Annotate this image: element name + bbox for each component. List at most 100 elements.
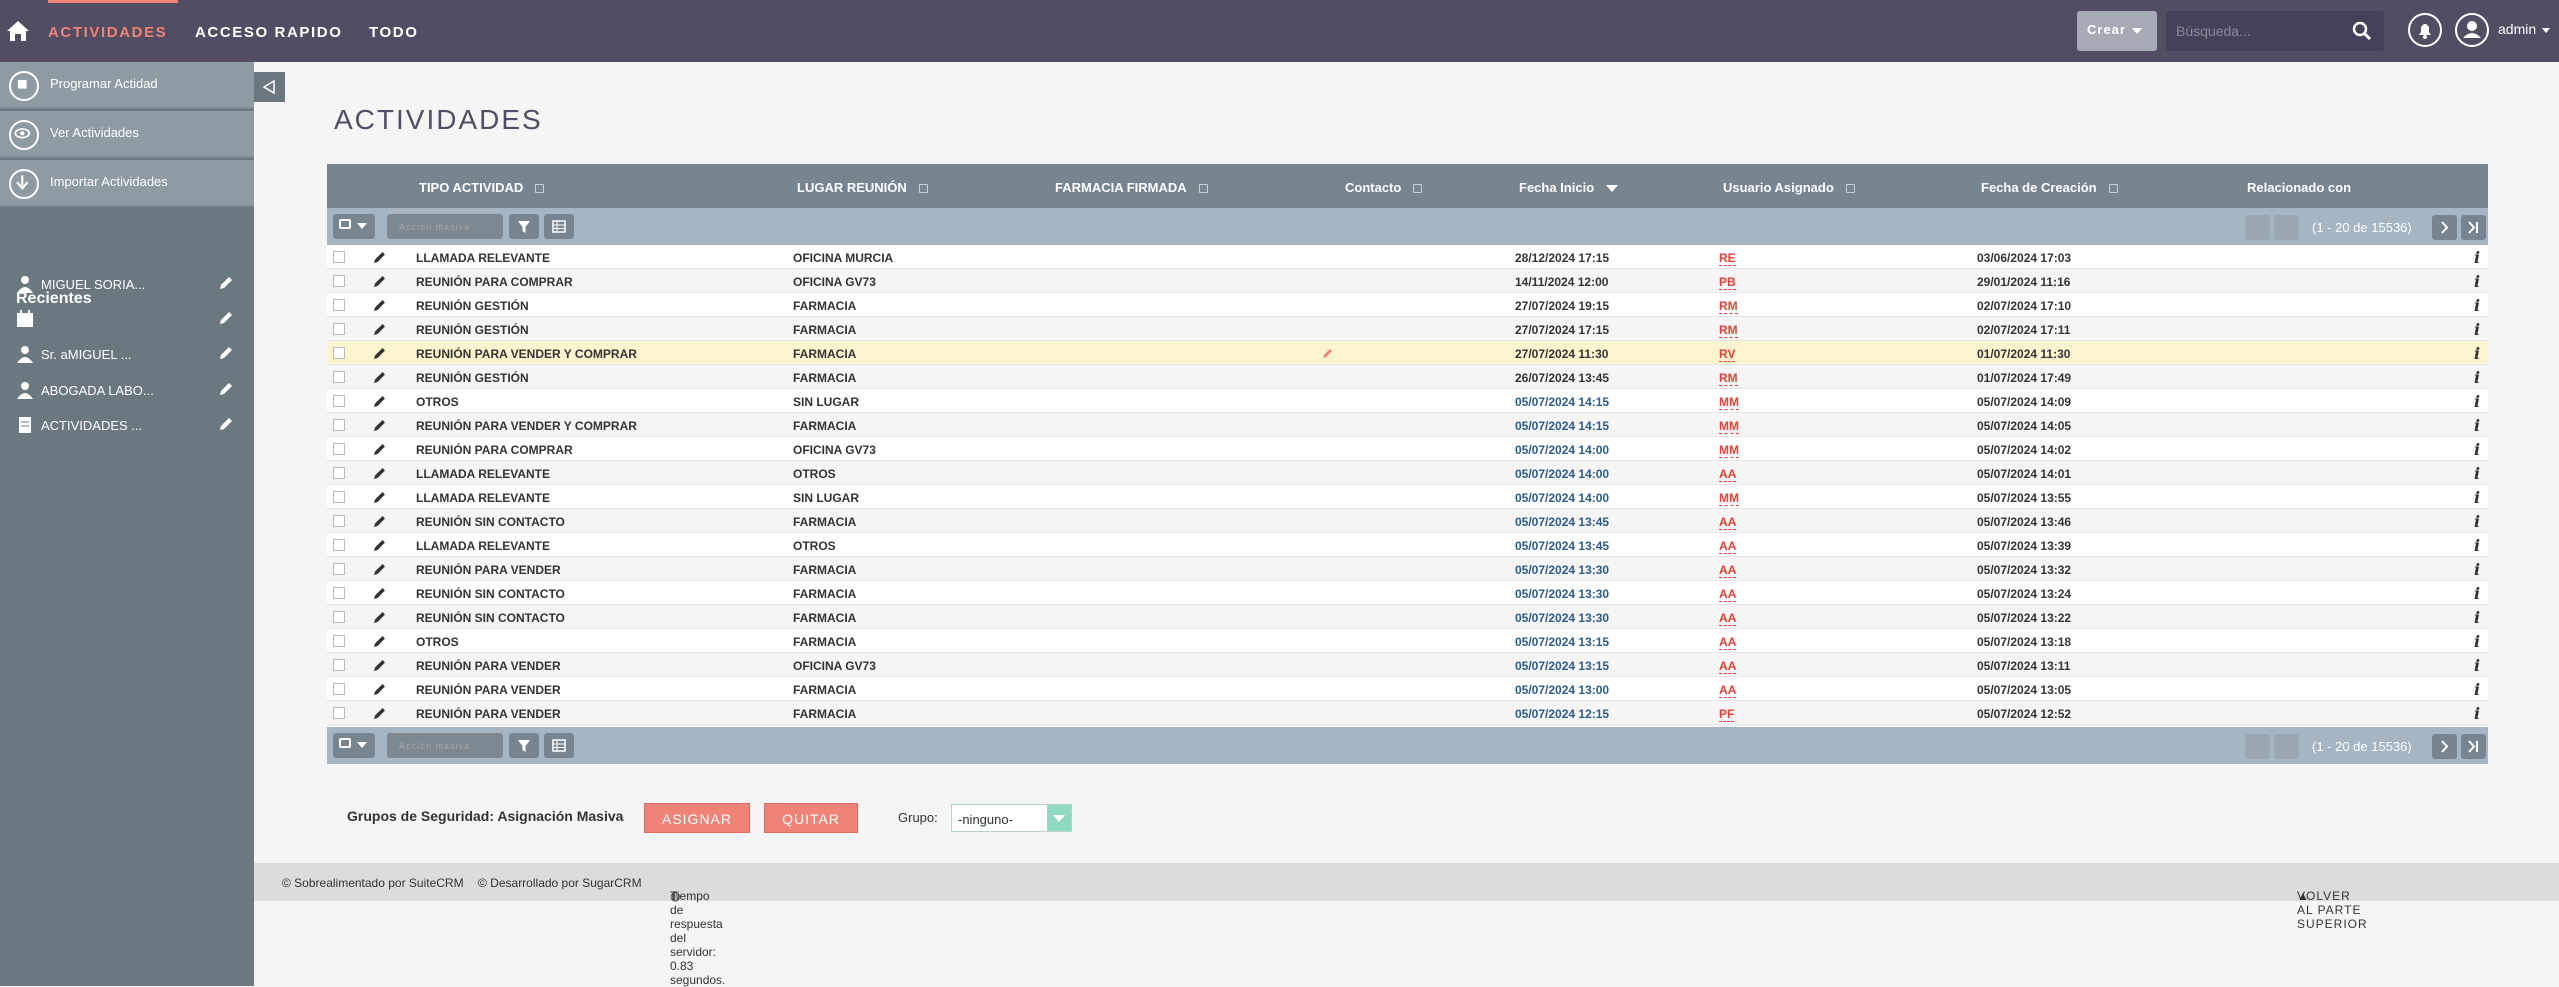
table-row[interactable]: REUNIÓN PARA COMPRAR OFICINA GV73 05/07/20… <box>327 437 2488 461</box>
tab-todo[interactable]: TODO <box>369 24 418 41</box>
table-row[interactable]: LLAMADA RELEVANTE OFICINA MURCIA 28/12/202… <box>327 245 2488 269</box>
cell-tipo[interactable]: LLAMADA RELEVANTE <box>416 467 550 481</box>
first-page-button[interactable] <box>2245 734 2270 759</box>
cell-usuario[interactable]: MM <box>1719 395 1739 410</box>
cell-usuario[interactable]: AA <box>1719 683 1737 698</box>
row-checkbox[interactable] <box>333 491 345 503</box>
info-icon[interactable]: i <box>2474 680 2480 699</box>
cell-usuario[interactable]: MM <box>1719 443 1739 458</box>
table-row[interactable]: REUNIÓN GESTIÓN FARMACIA 27/07/2024 19:15 R… <box>327 293 2488 317</box>
row-checkbox[interactable] <box>333 395 345 407</box>
cell-usuario[interactable]: PF <box>1719 707 1735 722</box>
row-checkbox[interactable] <box>333 587 345 599</box>
cell-tipo[interactable]: REUNIÓN PARA VENDER <box>416 707 561 721</box>
cell-usuario[interactable]: MM <box>1719 491 1739 506</box>
collapse-sidebar-icon[interactable] <box>254 72 285 102</box>
cell-tipo[interactable]: REUNIÓN PARA VENDER <box>416 683 561 697</box>
cell-tipo[interactable]: REUNIÓN PARA COMPRAR <box>416 443 573 457</box>
pencil-icon[interactable] <box>373 394 387 408</box>
row-checkbox[interactable] <box>333 707 345 719</box>
column-header-contacto[interactable]: Contacto <box>1345 180 1423 195</box>
cell-tipo[interactable]: LLAMADA RELEVANTE <box>416 491 550 505</box>
table-row[interactable]: REUNIÓN PARA VENDER FARMACIA 05/07/2024 13… <box>327 557 2488 581</box>
remove-button[interactable]: QUITAR <box>764 803 858 833</box>
pencil-icon[interactable] <box>373 706 387 720</box>
cell-tipo[interactable]: REUNIÓN PARA COMPRAR <box>416 275 573 289</box>
table-row[interactable]: REUNIÓN SIN CONTACTO FARMACIA 05/07/2024 1… <box>327 509 2488 533</box>
home-icon[interactable] <box>4 14 32 46</box>
recent-item[interactable]: MIGUEL SORIA... <box>0 269 254 299</box>
table-row[interactable]: OTROS FARMACIA 05/07/2024 13:15 AA 05/07/202… <box>327 629 2488 653</box>
row-checkbox[interactable] <box>333 515 345 527</box>
row-checkbox[interactable] <box>333 251 345 263</box>
table-row[interactable]: REUNIÓN PARA COMPRAR OFICINA GV73 14/11/20… <box>327 269 2488 293</box>
search-input[interactable]: Búsqueda... <box>2166 11 2384 51</box>
cell-usuario[interactable]: PB <box>1719 275 1736 290</box>
info-icon[interactable]: i <box>2474 320 2480 339</box>
cell-usuario[interactable]: AA <box>1719 515 1737 530</box>
table-row[interactable]: REUNIÓN PARA VENDER Y COMPRAR FARMACIA 27/… <box>327 341 2488 365</box>
footer-sugarcrm[interactable]: © Desarrollado por SugarCRM <box>478 876 642 890</box>
columns-button[interactable] <box>544 214 574 239</box>
select-all-dropdown[interactable] <box>333 214 375 239</box>
tab-acceso-rapido[interactable]: ACCESO RAPIDO <box>195 24 342 41</box>
column-header-lugar[interactable]: LUGAR REUNIÓN <box>797 180 928 195</box>
sidebar-item-programar[interactable]: Programar Actidad <box>0 62 254 109</box>
pencil-icon[interactable] <box>373 562 387 576</box>
info-icon[interactable]: i <box>2474 608 2480 627</box>
pencil-icon[interactable] <box>373 274 387 288</box>
cell-tipo[interactable]: REUNIÓN GESTIÓN <box>416 323 529 337</box>
pencil-icon[interactable] <box>373 658 387 672</box>
first-page-button[interactable] <box>2245 215 2270 240</box>
cell-tipo[interactable]: OTROS <box>416 635 459 649</box>
cell-usuario[interactable]: RM <box>1719 323 1738 338</box>
filter-button[interactable] <box>509 214 539 239</box>
recent-item[interactable]: Sr. aMIGUEL ... <box>0 339 254 369</box>
recent-item[interactable] <box>0 304 254 334</box>
pencil-icon[interactable] <box>373 610 387 624</box>
row-checkbox[interactable] <box>333 371 345 383</box>
cell-usuario[interactable]: AA <box>1719 659 1737 674</box>
footer-suitecrm[interactable]: © Sobrealimentado por SuiteCRM <box>282 876 464 890</box>
info-icon[interactable]: i <box>2474 632 2480 651</box>
tab-actividades[interactable]: ACTIVIDADES <box>48 24 167 41</box>
row-checkbox[interactable] <box>333 659 345 671</box>
select-all-dropdown[interactable] <box>333 733 375 758</box>
info-icon[interactable]: i <box>2474 488 2480 507</box>
info-icon[interactable]: i <box>2474 272 2480 291</box>
cell-usuario[interactable]: MM <box>1719 419 1739 434</box>
table-row[interactable]: OTROS SIN LUGAR 05/07/2024 14:15 MM 05/07/20… <box>327 389 2488 413</box>
pencil-icon[interactable] <box>373 298 387 312</box>
cell-tipo[interactable]: REUNIÓN PARA VENDER <box>416 563 561 577</box>
cell-tipo[interactable]: LLAMADA RELEVANTE <box>416 251 550 265</box>
pencil-icon[interactable] <box>373 370 387 384</box>
info-icon[interactable]: i <box>2474 584 2480 603</box>
cell-usuario[interactable]: AA <box>1719 467 1737 482</box>
row-checkbox[interactable] <box>333 419 345 431</box>
pencil-icon[interactable] <box>373 466 387 480</box>
pencil-icon[interactable] <box>218 381 234 397</box>
cell-tipo[interactable]: LLAMADA RELEVANTE <box>416 539 550 553</box>
column-header-tipo[interactable]: TIPO ACTIVIDAD <box>419 180 545 195</box>
prev-page-button[interactable] <box>2274 215 2299 240</box>
table-row[interactable]: REUNIÓN SIN CONTACTO FARMACIA 05/07/2024 1… <box>327 581 2488 605</box>
cell-tipo[interactable]: REUNIÓN GESTIÓN <box>416 371 529 385</box>
columns-button[interactable] <box>544 733 574 758</box>
user-icon[interactable] <box>2453 11 2491 49</box>
search-icon[interactable] <box>2350 19 2374 43</box>
pencil-icon[interactable] <box>373 538 387 552</box>
info-icon[interactable]: i <box>2474 248 2480 267</box>
cell-usuario[interactable]: AA <box>1719 587 1737 602</box>
cell-usuario[interactable]: RV <box>1719 347 1736 362</box>
table-row[interactable]: LLAMADA RELEVANTE SIN LUGAR 05/07/2024 14:… <box>327 485 2488 509</box>
table-row[interactable]: REUNIÓN GESTIÓN FARMACIA 26/07/2024 13:45 R… <box>327 365 2488 389</box>
pencil-icon[interactable] <box>373 250 387 264</box>
user-menu[interactable]: admin <box>2498 21 2551 37</box>
cell-usuario[interactable]: AA <box>1719 635 1737 650</box>
last-page-button[interactable] <box>2461 215 2486 240</box>
filter-button[interactable] <box>509 733 539 758</box>
column-header-farmacia[interactable]: FARMACIA FIRMADA <box>1055 180 1208 195</box>
cell-tipo[interactable]: REUNIÓN PARA VENDER Y COMPRAR <box>416 419 637 433</box>
next-page-button[interactable] <box>2432 734 2457 759</box>
column-header-fecha-creacion[interactable]: Fecha de Creación <box>1981 180 2118 195</box>
